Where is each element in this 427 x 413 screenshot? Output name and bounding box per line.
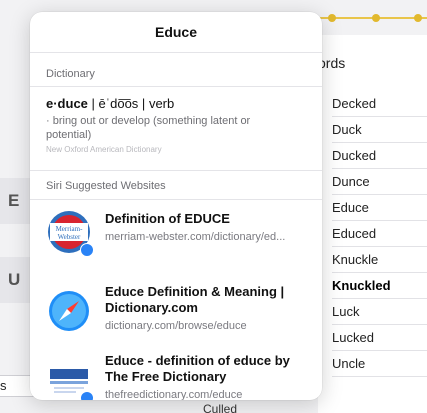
website-title: Educe Definition & Meaning | Dictionary.… bbox=[105, 284, 285, 315]
dictionary-entry[interactable]: e·duce | ēˈdo͞os | verb bbox=[46, 96, 174, 111]
word-row[interactable]: Ducked bbox=[332, 143, 427, 169]
word-row[interactable]: Lucked bbox=[332, 325, 427, 351]
word-row[interactable]: Dunce bbox=[332, 169, 427, 195]
website-url: thefreedictionary.com/educe bbox=[105, 389, 243, 400]
siri-websites-section-label: Siri Suggested Websites bbox=[46, 180, 166, 192]
website-result-dictionary-com[interactable]: Educe Definition & Meaning | Dictionary.… bbox=[30, 282, 322, 348]
divider bbox=[30, 52, 322, 53]
svg-text:Merriam-: Merriam- bbox=[56, 225, 83, 233]
found-words-panel: ords Decked Duck Ducked Dunce Educe Educ… bbox=[318, 35, 427, 413]
safari-badge-icon bbox=[80, 391, 94, 400]
website-result-free-dictionary[interactable]: Educe - definition of educe by The Free … bbox=[30, 351, 322, 400]
word-row[interactable]: Duck bbox=[332, 117, 427, 143]
word-row[interactable]: Knuckle bbox=[332, 247, 427, 273]
safari-badge-icon bbox=[80, 243, 94, 257]
dictionary-source: New Oxford American Dictionary bbox=[46, 145, 162, 154]
word-row[interactable]: Decked bbox=[332, 91, 427, 117]
word-row[interactable]: Educed bbox=[332, 221, 427, 247]
lookup-popover: Educe Dictionary e·duce | ēˈdo͞os | verb… bbox=[30, 12, 322, 400]
popover-title: Educe bbox=[154, 24, 197, 40]
divider bbox=[30, 170, 322, 171]
dictionary-separator: | bbox=[91, 96, 95, 111]
dictionary-headword: e·duce bbox=[46, 96, 88, 111]
safari-compass-icon bbox=[46, 288, 92, 334]
left-bottom-tab[interactable]: s bbox=[0, 375, 34, 397]
word-row[interactable]: Uncle bbox=[332, 351, 427, 377]
divider bbox=[30, 199, 322, 200]
divider bbox=[30, 86, 322, 87]
website-title: Definition of EDUCE bbox=[105, 211, 230, 226]
progress-dot-icon bbox=[328, 14, 336, 22]
word-row-selected[interactable]: Knuckled bbox=[332, 273, 427, 299]
letter-tile-u[interactable]: U bbox=[0, 257, 34, 303]
dictionary-pronunciation: ēˈdo͞os bbox=[98, 96, 139, 111]
dictionary-section-label: Dictionary bbox=[46, 68, 95, 80]
website-result-merriam-webster[interactable]: Merriam- Webster Definition of EDUCE mer… bbox=[30, 209, 322, 275]
dictionary-separator: | bbox=[141, 96, 146, 111]
found-words-header: ords bbox=[318, 55, 346, 71]
word-row[interactable]: Educe bbox=[332, 195, 427, 221]
obscured-word: Culled bbox=[203, 402, 238, 413]
letter-tile-e[interactable]: E bbox=[0, 178, 34, 224]
progress-dot-icon bbox=[372, 14, 380, 22]
website-title: Educe - definition of educe by The Free … bbox=[105, 353, 290, 384]
dictionary-definition: · bring out or develop (something latent… bbox=[46, 115, 251, 141]
website-url: dictionary.com/browse/educe bbox=[105, 320, 247, 332]
website-url: merriam-webster.com/dictionary/ed... bbox=[105, 231, 286, 243]
progress-dot-icon bbox=[414, 14, 422, 22]
word-row[interactable]: Luck bbox=[332, 299, 427, 325]
svg-text:Webster: Webster bbox=[58, 233, 81, 241]
dictionary-part-of-speech: verb bbox=[148, 96, 175, 111]
